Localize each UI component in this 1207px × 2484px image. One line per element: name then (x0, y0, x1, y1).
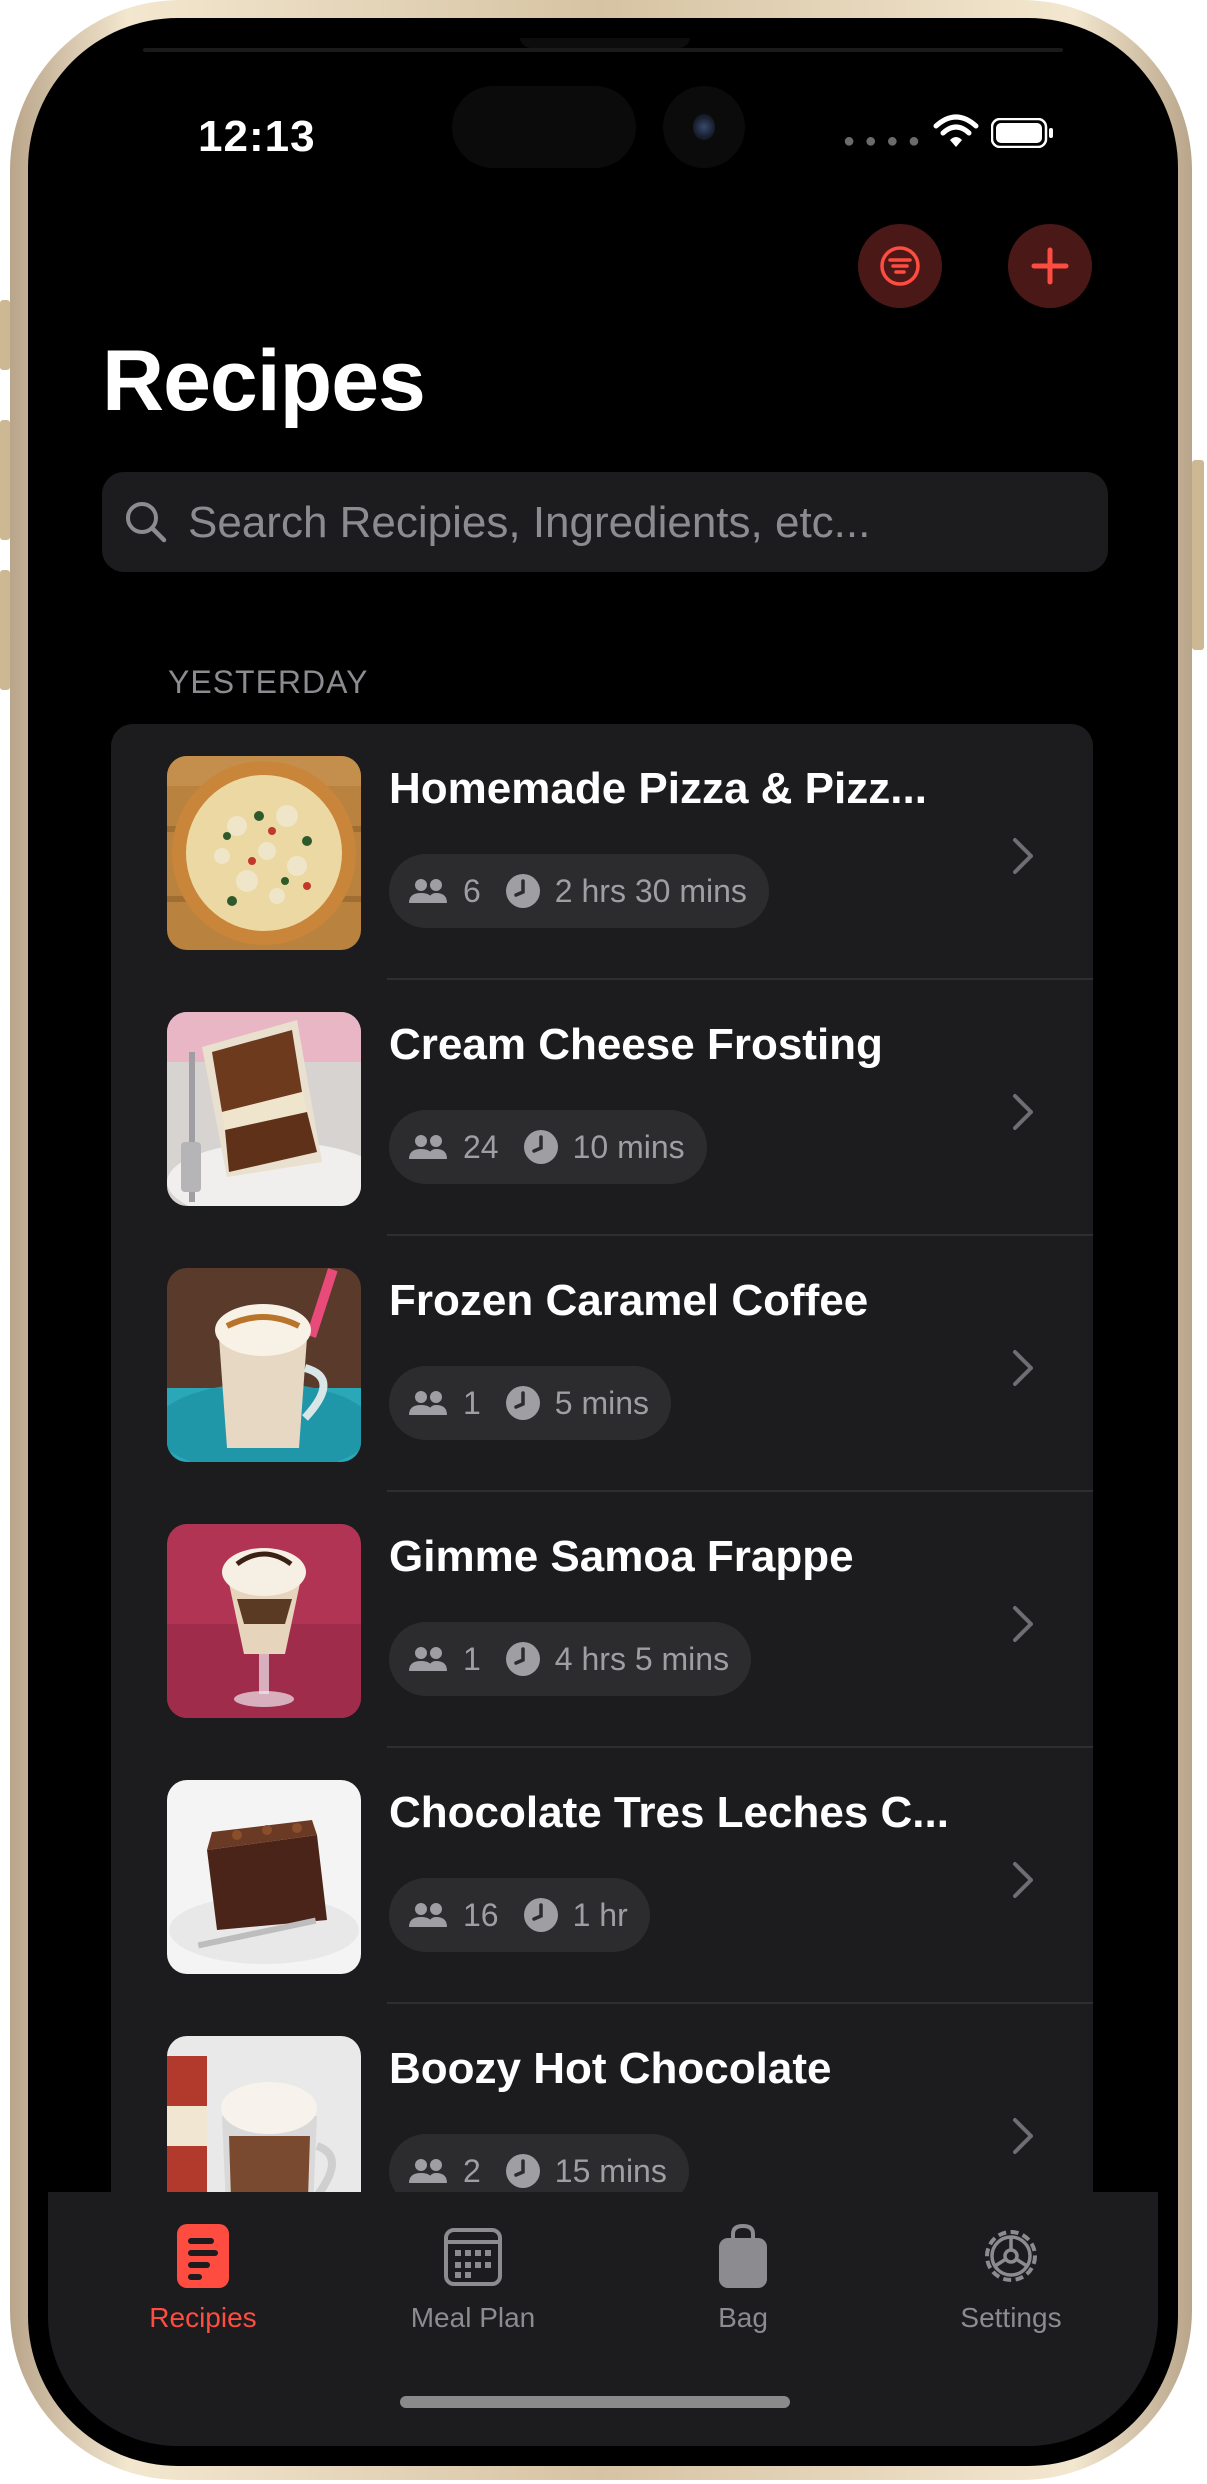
front-camera (663, 86, 745, 168)
people-icon (409, 1135, 447, 1159)
plus-icon (1031, 247, 1069, 285)
servings-count: 24 (463, 1128, 499, 1165)
recipe-meta: 6 2 hrs 30 mins (389, 854, 769, 928)
chevron-right-icon (1013, 2118, 1033, 2154)
cook-time: 1 hr (572, 1896, 628, 1933)
recipe-meta: 16 1 hr (389, 1878, 650, 1952)
section-header: YESTERDAY (168, 664, 369, 700)
clock-icon (505, 2154, 540, 2188)
recipe-row[interactable]: Cream Cheese Frosting 24 10 mins (111, 980, 1093, 1236)
cook-time: 5 mins (554, 1384, 650, 1421)
gear-icon (985, 2230, 1037, 2282)
people-icon (409, 1391, 447, 1415)
clock-icon (523, 1130, 558, 1164)
recipe-row[interactable]: Frozen Caramel Coffee 1 5 mins (111, 1236, 1093, 1492)
recipe-title: Cream Cheese Frosting (389, 1020, 883, 1069)
tab-bag[interactable]: Bag (618, 2222, 868, 2352)
people-icon (409, 2159, 447, 2183)
people-icon (409, 879, 447, 903)
recipe-title: Homemade Pizza & Pizz... (389, 764, 927, 813)
search-bar[interactable] (102, 472, 1108, 574)
shopping-bag-icon (719, 2223, 767, 2288)
page-title: Recipes (102, 333, 426, 429)
phone-screen: 12:13 ● ● ● ● Recipes Search Recipies, I… (48, 38, 1158, 2446)
recipe-thumbnail-pizza (167, 756, 361, 950)
add-recipe-button[interactable] (1008, 224, 1092, 308)
tab-label: Bag (718, 2302, 768, 2333)
recipe-list: Homemade Pizza & Pizz... 6 2 hrs 30 mins (111, 724, 1093, 2224)
recipe-thumbnail-caramel-coffee (167, 1268, 361, 1462)
filter-button[interactable] (858, 224, 942, 308)
cook-time: 10 mins (572, 1128, 685, 1165)
cook-time: 4 hrs 5 mins (554, 1640, 730, 1677)
home-indicator (400, 2396, 790, 2408)
tab-label: Meal Plan (410, 2302, 536, 2333)
volume-down-button (0, 570, 10, 690)
servings-count: 6 (463, 872, 481, 909)
recipe-title: Boozy Hot Chocolate (389, 2044, 832, 2093)
tab-recipes[interactable]: Recipies (78, 2222, 328, 2352)
recipe-thumbnail-chocolate-cake (167, 1780, 361, 1974)
calendar-icon (444, 2228, 502, 2286)
cellular-signal-icon: ● ● ● ● (843, 130, 922, 152)
servings-count: 1 (463, 1640, 481, 1677)
recipe-row[interactable]: Chocolate Tres Leches C... 16 1 hr (111, 1748, 1093, 2004)
clock-icon (505, 1386, 540, 1420)
tab-label: Recipies (149, 2302, 257, 2333)
cook-time: 2 hrs 30 mins (554, 872, 747, 909)
tab-settings[interactable]: Settings (886, 2222, 1136, 2352)
wifi-icon (933, 114, 979, 147)
recipe-title: Frozen Caramel Coffee (389, 1276, 869, 1325)
power-button (1192, 460, 1204, 650)
tab-label: Settings (960, 2302, 1062, 2333)
recipe-meta: 1 4 hrs 5 mins (389, 1622, 752, 1696)
earpiece-speaker (520, 38, 690, 48)
screen-edge-line (143, 48, 1063, 52)
chevron-right-icon (1013, 1606, 1033, 1642)
search-icon (126, 502, 167, 543)
servings-count: 16 (463, 1896, 499, 1933)
camera-lens (693, 114, 715, 140)
recipe-title: Chocolate Tres Leches C... (389, 1788, 949, 1837)
clock-icon (505, 1642, 540, 1676)
recipe-row[interactable]: Boozy Hot Chocolate 2 15 mins (111, 2004, 1093, 2224)
chevron-right-icon (1013, 838, 1033, 874)
recipe-meta: 1 5 mins (389, 1366, 672, 1440)
recipe-meta: 24 10 mins (389, 1110, 707, 1184)
cook-time: 15 mins (554, 2152, 667, 2189)
people-icon (409, 1647, 447, 1671)
clock-icon (523, 1898, 558, 1932)
tab-meal-plan[interactable]: Meal Plan (348, 2222, 598, 2352)
recipe-thumbnail-frappe (167, 1524, 361, 1718)
servings-count: 1 (463, 1384, 481, 1421)
recipe-card-icon (177, 2224, 229, 2288)
side-button (0, 300, 10, 370)
battery-icon (991, 118, 1053, 148)
people-icon (409, 1903, 447, 1927)
clock-icon (505, 874, 540, 908)
status-indicators: ● ● ● ● (843, 114, 1063, 154)
status-time: 12:13 (198, 112, 316, 161)
search-input[interactable] (186, 472, 1090, 574)
recipe-row[interactable]: Gimme Samoa Frappe 1 4 hrs 5 mins (111, 1492, 1093, 1748)
chevron-right-icon (1013, 1094, 1033, 1130)
recipe-title: Gimme Samoa Frappe (389, 1532, 854, 1581)
recipe-thumbnail-carrot-cake (167, 1012, 361, 1206)
recipe-row[interactable]: Homemade Pizza & Pizz... 6 2 hrs 30 mins (111, 724, 1093, 980)
chevron-right-icon (1013, 1350, 1033, 1386)
servings-count: 2 (463, 2152, 481, 2189)
volume-up-button (0, 420, 10, 540)
filter-lines-icon (880, 246, 920, 286)
dynamic-island (452, 86, 636, 168)
chevron-right-icon (1013, 1862, 1033, 1898)
